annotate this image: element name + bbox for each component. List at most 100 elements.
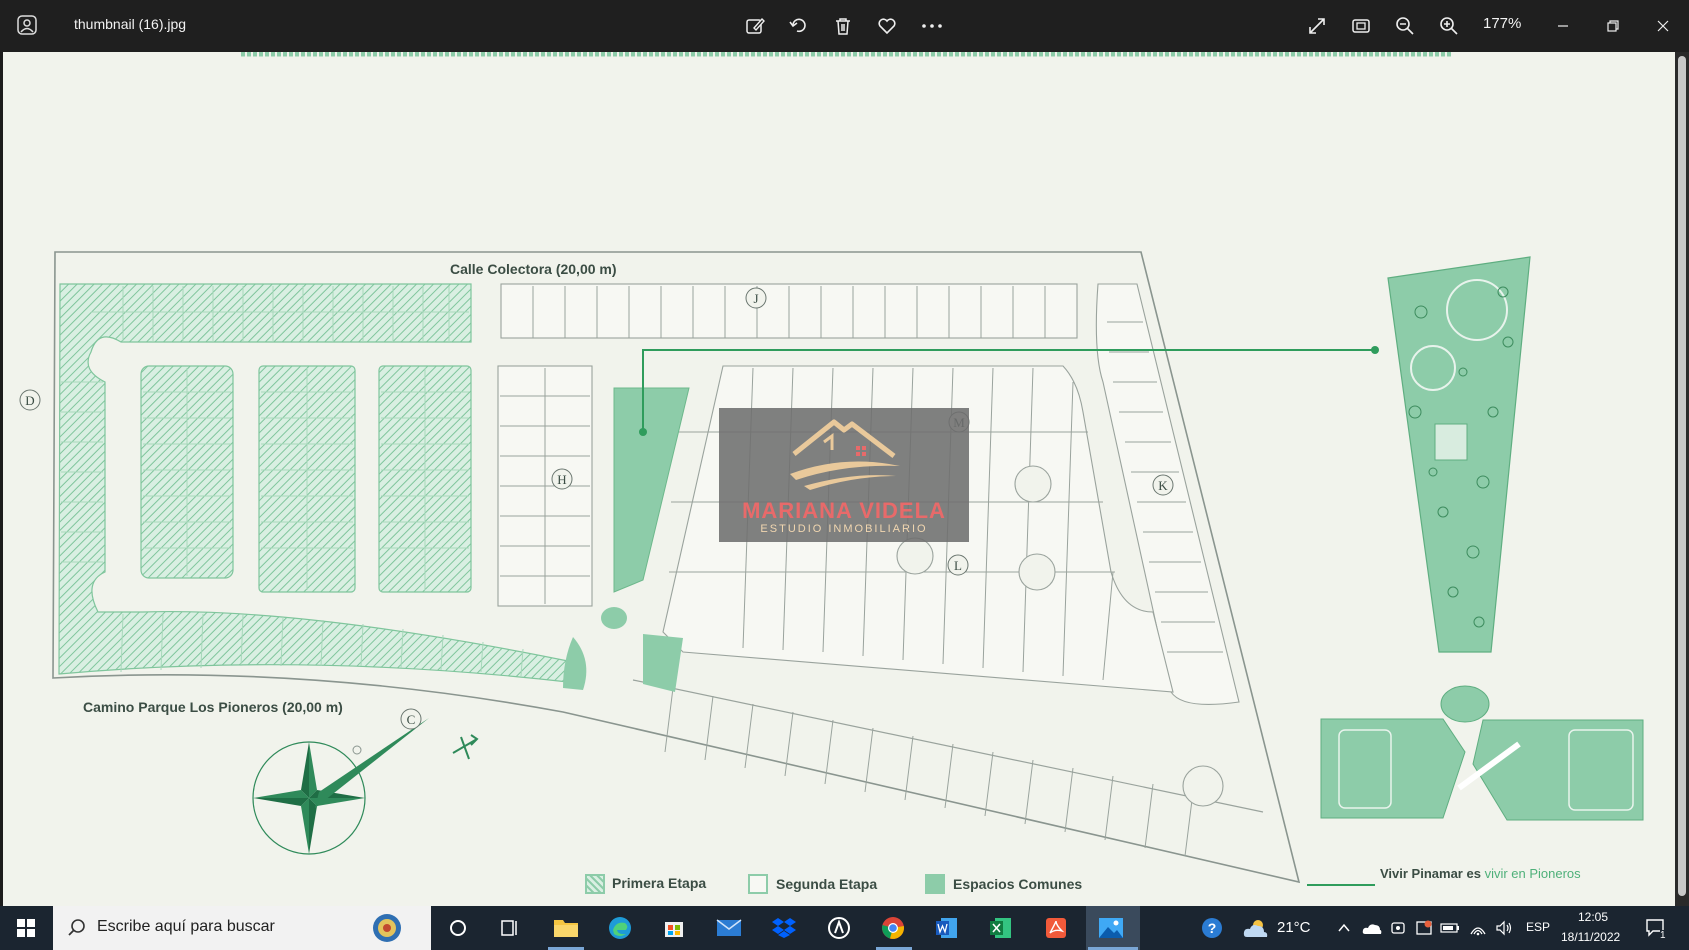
update-badge-icon — [1416, 920, 1432, 935]
camera-icon — [1391, 922, 1405, 934]
search-highlight-icon — [373, 914, 401, 942]
svg-text:?: ? — [1208, 920, 1217, 936]
restore-icon — [1607, 20, 1619, 32]
watermark-logo: MARIANA VIDELA ESTUDIO INMOBILIARIO — [719, 408, 969, 542]
windows-logo-icon — [17, 919, 35, 937]
common-area-central — [613, 387, 690, 593]
vertical-scrollbar[interactable] — [1675, 52, 1689, 906]
edit-image-icon — [746, 17, 765, 34]
minimize-icon — [1558, 25, 1568, 27]
volume-tray[interactable] — [1488, 912, 1520, 944]
zoom-out-button[interactable] — [1391, 12, 1419, 40]
slogan-highlight: vivir en Pioneros — [1484, 866, 1581, 881]
pointer-start-dot — [639, 428, 647, 436]
app-icon — [828, 917, 850, 939]
cul-de-sac-3 — [896, 537, 934, 575]
delete-icon — [836, 18, 850, 35]
language-indicator[interactable]: ESP — [1526, 920, 1550, 934]
legend-swatch-primera — [585, 874, 605, 894]
slogan: Vivir Pinamar es vivir en Pioneros — [1380, 866, 1581, 881]
block-letter-d: D — [25, 393, 34, 408]
dropbox-button[interactable] — [768, 912, 800, 944]
legend-swatch-segunda — [748, 874, 768, 894]
compass-rose — [252, 718, 429, 855]
weather-button[interactable] — [1240, 912, 1272, 944]
onedrive-cloud-icon — [1362, 924, 1382, 934]
zoom-level[interactable]: 177% — [1483, 15, 1521, 32]
delete-button[interactable] — [829, 12, 857, 40]
taskbar-search-box[interactable]: Escribe aquí para buscar — [53, 906, 431, 950]
cul-de-sac-1 — [1014, 465, 1052, 503]
clock-date[interactable]: 18/11/2022 — [1561, 930, 1620, 944]
edge-button[interactable] — [604, 912, 636, 944]
cortana-icon — [450, 920, 466, 936]
search-placeholder: Escribe aquí para buscar — [97, 918, 275, 935]
acrobat-icon — [1046, 918, 1066, 938]
title-bar: thumbnail (16).jpg 177% — [0, 0, 1689, 52]
notifications-button[interactable] — [1640, 912, 1672, 944]
minimize-button[interactable] — [1549, 12, 1577, 40]
fit-window-button[interactable] — [1347, 12, 1375, 40]
scrollbar-thumb[interactable] — [1678, 56, 1686, 896]
cul-de-sac-4 — [1182, 765, 1224, 807]
file-explorer-button[interactable] — [550, 912, 582, 944]
battery-icon — [1440, 923, 1459, 933]
pointer-end-dot — [1371, 346, 1379, 354]
street-label-top: Calle Colectora (20,00 m) — [450, 261, 617, 277]
block-letter-k: K — [1158, 478, 1168, 493]
store-icon — [665, 922, 683, 937]
mail-button[interactable] — [713, 912, 745, 944]
rotate-button[interactable] — [785, 12, 813, 40]
weather-temperature[interactable]: 21°C — [1277, 919, 1311, 936]
mail-icon — [716, 919, 742, 936]
chrome-button[interactable] — [877, 912, 909, 944]
common-area-corner — [563, 637, 587, 690]
app-button[interactable] — [823, 912, 855, 944]
task-view-button[interactable] — [494, 912, 526, 944]
edit-image-button[interactable] — [741, 12, 769, 40]
acrobat-button[interactable] — [1040, 912, 1072, 944]
more-options-icon — [922, 24, 942, 28]
park-detail-right — [1472, 719, 1644, 821]
file-explorer-icon — [554, 920, 578, 937]
help-tray-button[interactable]: ? — [1196, 912, 1228, 944]
fit-to-window-icon — [1352, 19, 1370, 33]
close-icon — [1657, 20, 1669, 32]
map-marker-small — [352, 745, 362, 755]
clock-time[interactable]: 12:05 — [1578, 910, 1608, 924]
wifi-icon — [1470, 927, 1486, 936]
legend-espacios-label: Espacios Comunes — [953, 876, 1083, 892]
taskbar: Escribe aquí para buscar ? 21°C ESP 12:0… — [0, 906, 1689, 950]
start-button[interactable] — [10, 912, 42, 944]
park-detail-left — [1320, 718, 1466, 819]
help-icon: ? — [1202, 918, 1222, 938]
legend-primera-label: Primera Etapa — [612, 875, 707, 891]
north-arrow-icon — [452, 734, 479, 760]
favorite-button[interactable] — [873, 12, 901, 40]
street-label-bottom: Camino Parque Los Pioneros (20,00 m) — [83, 699, 343, 715]
common-area-small — [601, 607, 627, 629]
favorite-icon — [878, 18, 896, 35]
cul-de-sac-2 — [1018, 553, 1056, 591]
image-canvas[interactable]: J D H M K L C Calle Colectora (20,00 m) … — [3, 52, 1675, 906]
excel-button[interactable] — [985, 912, 1017, 944]
park-pond — [1440, 685, 1490, 723]
photos-button[interactable] — [1095, 912, 1127, 944]
slogan-prefix: Vivir Pinamar es — [1380, 866, 1481, 881]
more-options-button[interactable] — [918, 12, 946, 40]
restore-button[interactable] — [1599, 12, 1627, 40]
close-button[interactable] — [1649, 12, 1677, 40]
dropbox-icon — [772, 918, 796, 938]
task-view-icon — [501, 920, 517, 936]
cortana-button[interactable] — [442, 912, 474, 944]
zoom-in-button[interactable] — [1435, 12, 1463, 40]
fullscreen-button[interactable] — [1303, 12, 1331, 40]
chrome-icon — [882, 917, 904, 939]
word-button[interactable] — [931, 912, 963, 944]
notification-count: 1 — [1660, 930, 1666, 941]
watermark-subtitle: ESTUDIO INMOBILIARIO — [760, 523, 928, 535]
fullscreen-icon — [1309, 18, 1325, 34]
volume-icon — [1496, 920, 1512, 936]
store-button[interactable] — [658, 912, 690, 944]
photos-app-icon — [17, 15, 37, 35]
